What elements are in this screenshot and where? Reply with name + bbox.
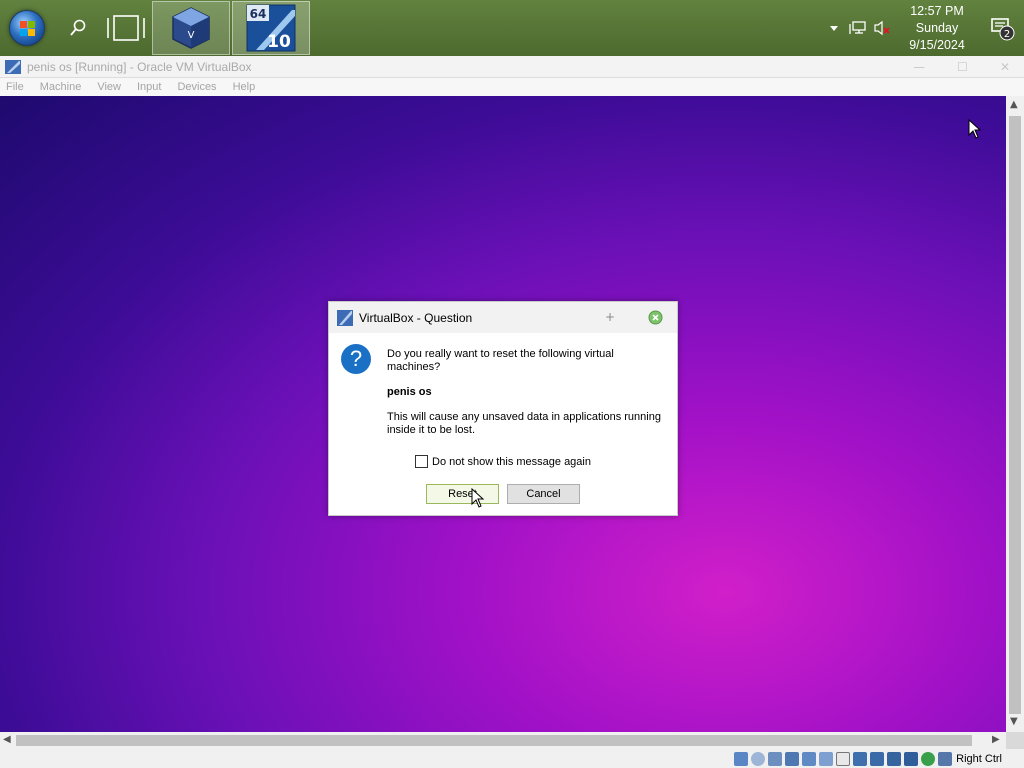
clock-date: 9/15/2024 [909, 37, 965, 52]
taskbar-clock[interactable]: 12:57 PM Sunday 9/15/2024 [894, 3, 980, 54]
task-view-icon [107, 15, 145, 41]
chevron-up-icon [830, 26, 838, 31]
mouse-cursor-icon [471, 488, 485, 508]
vm-window-titlebar[interactable]: penis os [Running] - Oracle VM VirtualBo… [0, 56, 1024, 78]
usb-icon[interactable] [802, 751, 817, 766]
cpu-icon[interactable] [870, 751, 885, 766]
network-adapter-icon[interactable] [785, 751, 800, 766]
menu-devices[interactable]: Devices [177, 81, 216, 93]
recording-icon[interactable] [887, 751, 902, 766]
vertical-scroll-thumb[interactable] [1009, 116, 1021, 714]
virtualbox-icon [337, 309, 353, 326]
dialog-machine-name: penis os [387, 386, 432, 398]
menu-view[interactable]: View [97, 81, 121, 93]
close-button[interactable]: ✕ [1000, 60, 1010, 74]
app-badge-64: 64 [250, 7, 267, 21]
dialog-title: VirtualBox - Question [359, 310, 473, 325]
network-button[interactable] [846, 20, 870, 36]
scroll-down-arrow[interactable]: ▼ [1010, 716, 1018, 727]
checkbox-label: Do not show this message again [432, 455, 591, 468]
action-center-button[interactable]: 2 [980, 15, 1024, 41]
search-icon [70, 19, 86, 36]
clock-day: Sunday [915, 20, 959, 35]
start-button[interactable] [0, 0, 54, 56]
app-badge-10: 10 [267, 32, 291, 52]
task-view-button[interactable] [102, 0, 150, 56]
vertical-scrollbar[interactable]: ▲ ▼ [1006, 96, 1024, 732]
menu-machine[interactable]: Machine [40, 81, 82, 93]
host-key-arrow-icon[interactable] [938, 751, 953, 766]
taskbar-app-virtualbox[interactable]: V [152, 1, 230, 55]
network-icon [849, 21, 866, 34]
optical-drive-icon[interactable] [751, 751, 766, 766]
virtualbox-icon [5, 59, 21, 74]
maximize-button[interactable]: ☐ [957, 60, 968, 74]
mouse-integration-icon[interactable] [904, 751, 919, 766]
dialog-titlebar[interactable]: VirtualBox - Question + [329, 302, 677, 333]
vm-statusbar: Right Ctrl [0, 749, 1024, 768]
scroll-left-arrow[interactable]: ◀ [3, 734, 11, 745]
menu-help[interactable]: Help [233, 81, 256, 93]
notification-count: 2 [1004, 29, 1010, 40]
horizontal-scroll-thumb[interactable] [16, 735, 972, 746]
menu-file[interactable]: File [6, 81, 24, 93]
window-title: penis os [Running] - Oracle VM VirtualBo… [27, 59, 252, 74]
minimize-button[interactable]: — [913, 60, 925, 74]
audio-icon[interactable] [768, 751, 783, 766]
guest-additions-icon[interactable] [921, 751, 936, 766]
virtualbox-app-icon: V [172, 7, 210, 49]
menu-input[interactable]: Input [137, 81, 161, 93]
video-capture-icon[interactable] [853, 751, 868, 766]
cancel-button[interactable]: Cancel [507, 484, 580, 504]
clock-time: 12:57 PM [910, 3, 964, 18]
reset-question-dialog: VirtualBox - Question + ? Do you really … [328, 301, 678, 516]
dialog-warning-text: This will cause any unsaved data in appl… [387, 411, 661, 436]
checkbox-box[interactable] [415, 455, 428, 468]
dialog-pin-button[interactable]: + [605, 310, 615, 324]
tray-overflow-button[interactable] [822, 24, 846, 32]
shared-folders-icon[interactable] [819, 751, 834, 766]
taskbar: V 64 10 12:57 PM Sunday 9/15/2024 2 [0, 0, 1024, 56]
volume-muted-icon [874, 20, 890, 36]
volume-button[interactable] [870, 20, 894, 36]
dialog-close-icon[interactable] [648, 310, 663, 325]
reset-button[interactable]: Reset [426, 484, 499, 504]
notification-icon: 2 [991, 18, 1015, 41]
taskbar-app-windows10[interactable]: 64 10 [232, 1, 310, 55]
mouse-cursor-icon [968, 119, 982, 139]
display-icon[interactable] [836, 751, 851, 766]
do-not-show-checkbox[interactable]: Do not show this message again [415, 455, 591, 468]
windows-orb-icon [9, 10, 45, 46]
question-icon: ? [341, 344, 371, 374]
windows-10-64-app-icon: 64 10 [246, 4, 296, 52]
horizontal-scrollbar[interactable]: ◀ ▶ [0, 732, 1006, 749]
svg-text:V: V [188, 30, 195, 41]
hard-disk-icon[interactable] [734, 751, 749, 766]
scroll-right-arrow[interactable]: ▶ [992, 734, 1000, 745]
host-key-label: Right Ctrl [956, 752, 1002, 765]
search-button[interactable] [54, 0, 102, 56]
dialog-question-text: Do you really want to reset the followin… [387, 348, 614, 373]
vm-menubar: File Machine View Input Devices Help [0, 78, 1024, 96]
system-tray: 12:57 PM Sunday 9/15/2024 2 [822, 0, 1024, 56]
scroll-up-arrow[interactable]: ▲ [1010, 99, 1018, 110]
